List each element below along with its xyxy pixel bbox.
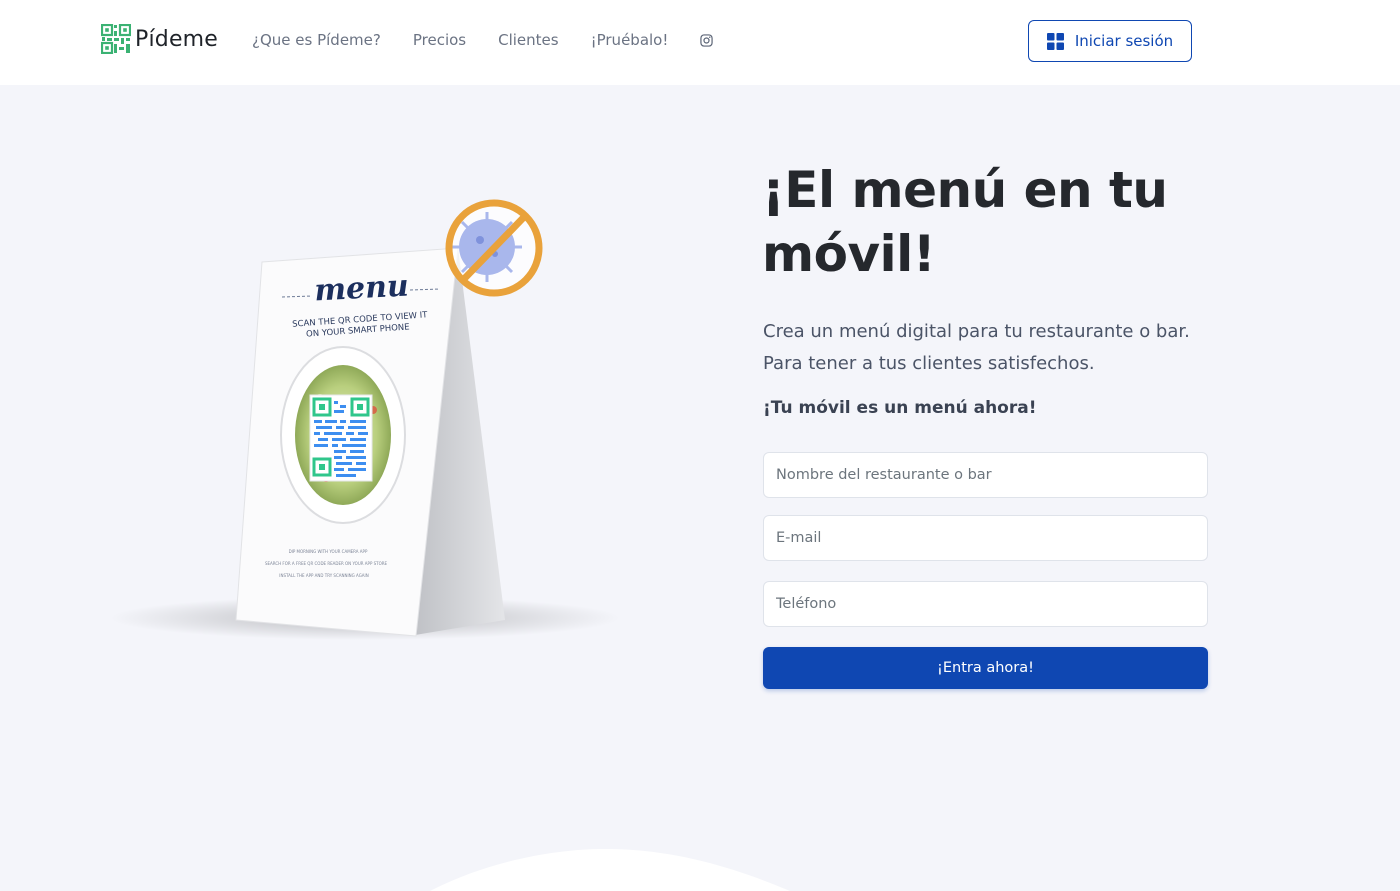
grid-icon (1046, 32, 1064, 50)
phone-input[interactable] (763, 581, 1208, 627)
menu-qr-code (309, 394, 373, 482)
email-input[interactable] (763, 515, 1208, 561)
menu-card-fine-print-3: INSTALL THE APP AND TRY SCANNING AGAIN (279, 573, 368, 578)
hero-lead: Crea un menú digital para tu restaurante… (763, 316, 1243, 380)
login-button-label: Iniciar sesión (1074, 32, 1174, 50)
top-navbar: Pídeme ¿Que es Pídeme? Precios Clientes … (0, 0, 1400, 85)
brand-logo-link[interactable]: Pídeme (101, 24, 218, 54)
submit-button[interactable]: ¡Entra ahora! (763, 647, 1208, 689)
no-virus-badge-icon (445, 199, 543, 297)
nav-link-que-es[interactable]: ¿Que es Pídeme? (252, 30, 381, 50)
instagram-icon (700, 34, 714, 47)
instagram-link[interactable] (700, 33, 714, 47)
hero-lead-line2: Para tener a tus clientes satisfechos. (763, 353, 1095, 374)
bottom-wave-divider (430, 848, 790, 891)
login-button[interactable]: Iniciar sesión (1028, 20, 1192, 62)
menu-card-fine-print-1: DIP MORNING WITH YOUR CAMERA APP (289, 549, 368, 554)
main-nav: ¿Que es Pídeme? Precios Clientes ¡Pruéba… (252, 30, 714, 50)
hero-subtitle: ¡Tu móvil es un menú ahora! (763, 398, 1037, 418)
hero-lead-line1: Crea un menú digital para tu restaurante… (763, 321, 1190, 342)
hero-title: ¡El menú en tu móvil! (762, 161, 1168, 283)
menu-card-title: menu (313, 269, 409, 309)
brand-name: Pídeme (135, 26, 219, 52)
nav-link-clientes[interactable]: Clientes (498, 30, 558, 50)
qr-menu-table-tent-image: menu SCAN THE QR CODE TO VIEW IT ON YOUR… (110, 199, 620, 640)
nav-link-precios[interactable]: Precios (413, 30, 466, 50)
restaurant-name-input[interactable] (763, 452, 1208, 498)
nav-link-pruebalo[interactable]: ¡Pruébalo! (591, 30, 669, 50)
menu-card-fine-print-2: SEARCH FOR A FREE QR CODE READER ON YOUR… (265, 561, 388, 566)
qr-code-logo-icon (101, 24, 131, 54)
